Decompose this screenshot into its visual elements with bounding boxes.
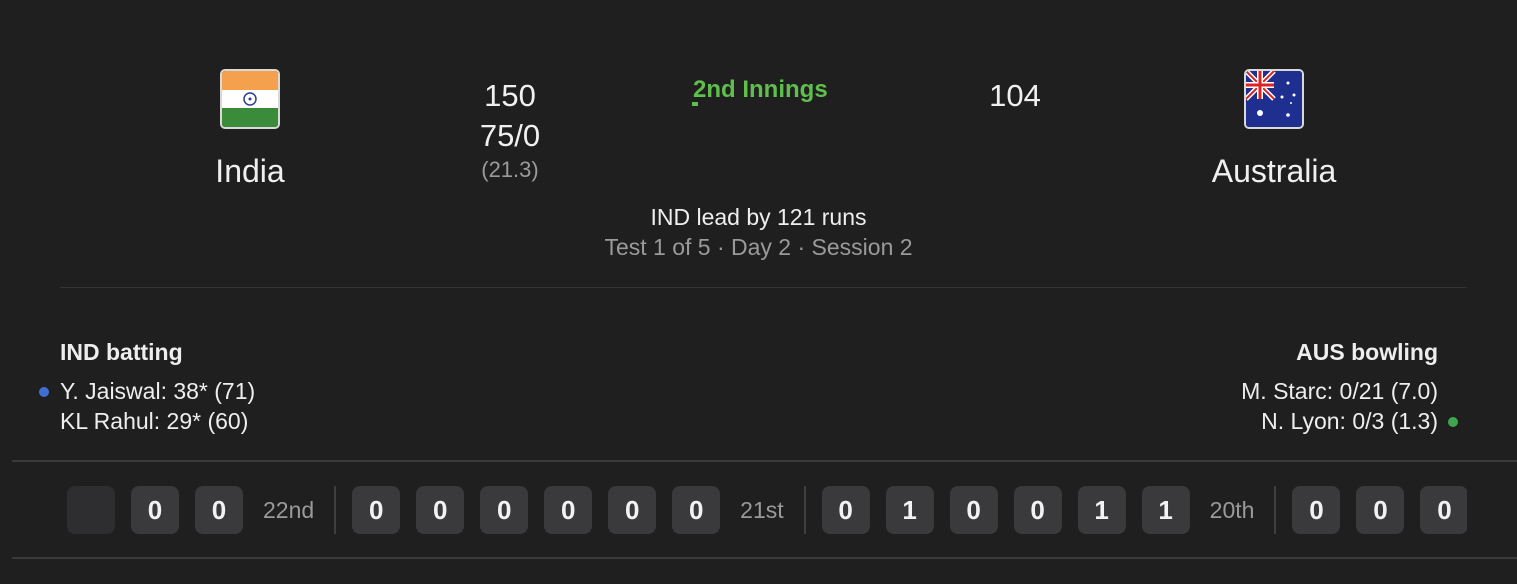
innings-indicator xyxy=(692,102,698,106)
ball-result: 1 xyxy=(1141,486,1190,534)
ball-result: 0 xyxy=(131,486,179,534)
away-team-name: Australia xyxy=(1211,153,1337,189)
strip-bottom-divider xyxy=(12,557,1517,559)
batter-1: Y. Jaiswal: 38* (71) xyxy=(60,378,256,404)
lead-text: IND lead by 121 runs xyxy=(650,204,867,230)
away-score: 104 xyxy=(989,78,1041,113)
ball-result: 0 xyxy=(1356,486,1405,534)
match-meta: Test 1 of 5 · Day 2 · Session 2 xyxy=(604,234,913,260)
over-label: 21st xyxy=(740,496,784,523)
ball-pending xyxy=(67,486,115,534)
bowler-1: M. Starc: 0/21 (7.0) xyxy=(1241,378,1438,404)
australia-flag-icon xyxy=(1244,69,1304,129)
over-separator xyxy=(1274,486,1277,534)
over-separator xyxy=(334,486,337,534)
batting-title: IND batting xyxy=(60,339,183,365)
ball-result: 0 xyxy=(480,486,529,534)
striker-indicator xyxy=(39,387,49,397)
ball-result: 0 xyxy=(1292,486,1341,534)
home-first-innings-score: 150 xyxy=(484,78,536,113)
ball-result: 0 xyxy=(544,486,593,534)
ball-result: 0 xyxy=(672,486,721,534)
current-bowler-indicator xyxy=(1448,417,1458,427)
bowler-2: N. Lyon: 0/3 (1.3) xyxy=(1261,408,1438,434)
ball-result: 0 xyxy=(352,486,401,534)
over-label: 22nd xyxy=(263,496,315,523)
over-separator xyxy=(803,486,806,534)
batter-2: KL Rahul: 29* (60) xyxy=(60,408,249,434)
over-strip[interactable]: 0 0 22nd 0 0 0 0 0 0 21st 0 1 0 0 1 1 20… xyxy=(67,486,1467,534)
ball-result: 0 xyxy=(416,486,465,534)
ball-result: 0 xyxy=(949,486,998,534)
ball-result: 0 xyxy=(195,486,243,534)
ball-result: 0 xyxy=(821,486,870,534)
innings-label: 2nd Innings xyxy=(693,76,828,103)
bowling-title: AUS bowling xyxy=(1296,339,1438,365)
home-overs: (21.3) xyxy=(481,157,539,182)
india-flag-icon xyxy=(220,69,280,129)
strip-top-divider xyxy=(12,460,1517,462)
ball-result: 1 xyxy=(1077,486,1126,534)
ball-result: 0 xyxy=(1420,486,1467,534)
ball-result: 0 xyxy=(1013,486,1062,534)
home-team-name: India xyxy=(215,153,285,189)
over-label: 20th xyxy=(1209,496,1255,523)
home-second-innings-score: 75/0 xyxy=(479,118,541,153)
header-divider xyxy=(60,287,1467,288)
ball-result: 0 xyxy=(608,486,657,534)
ball-result: 1 xyxy=(885,486,934,534)
